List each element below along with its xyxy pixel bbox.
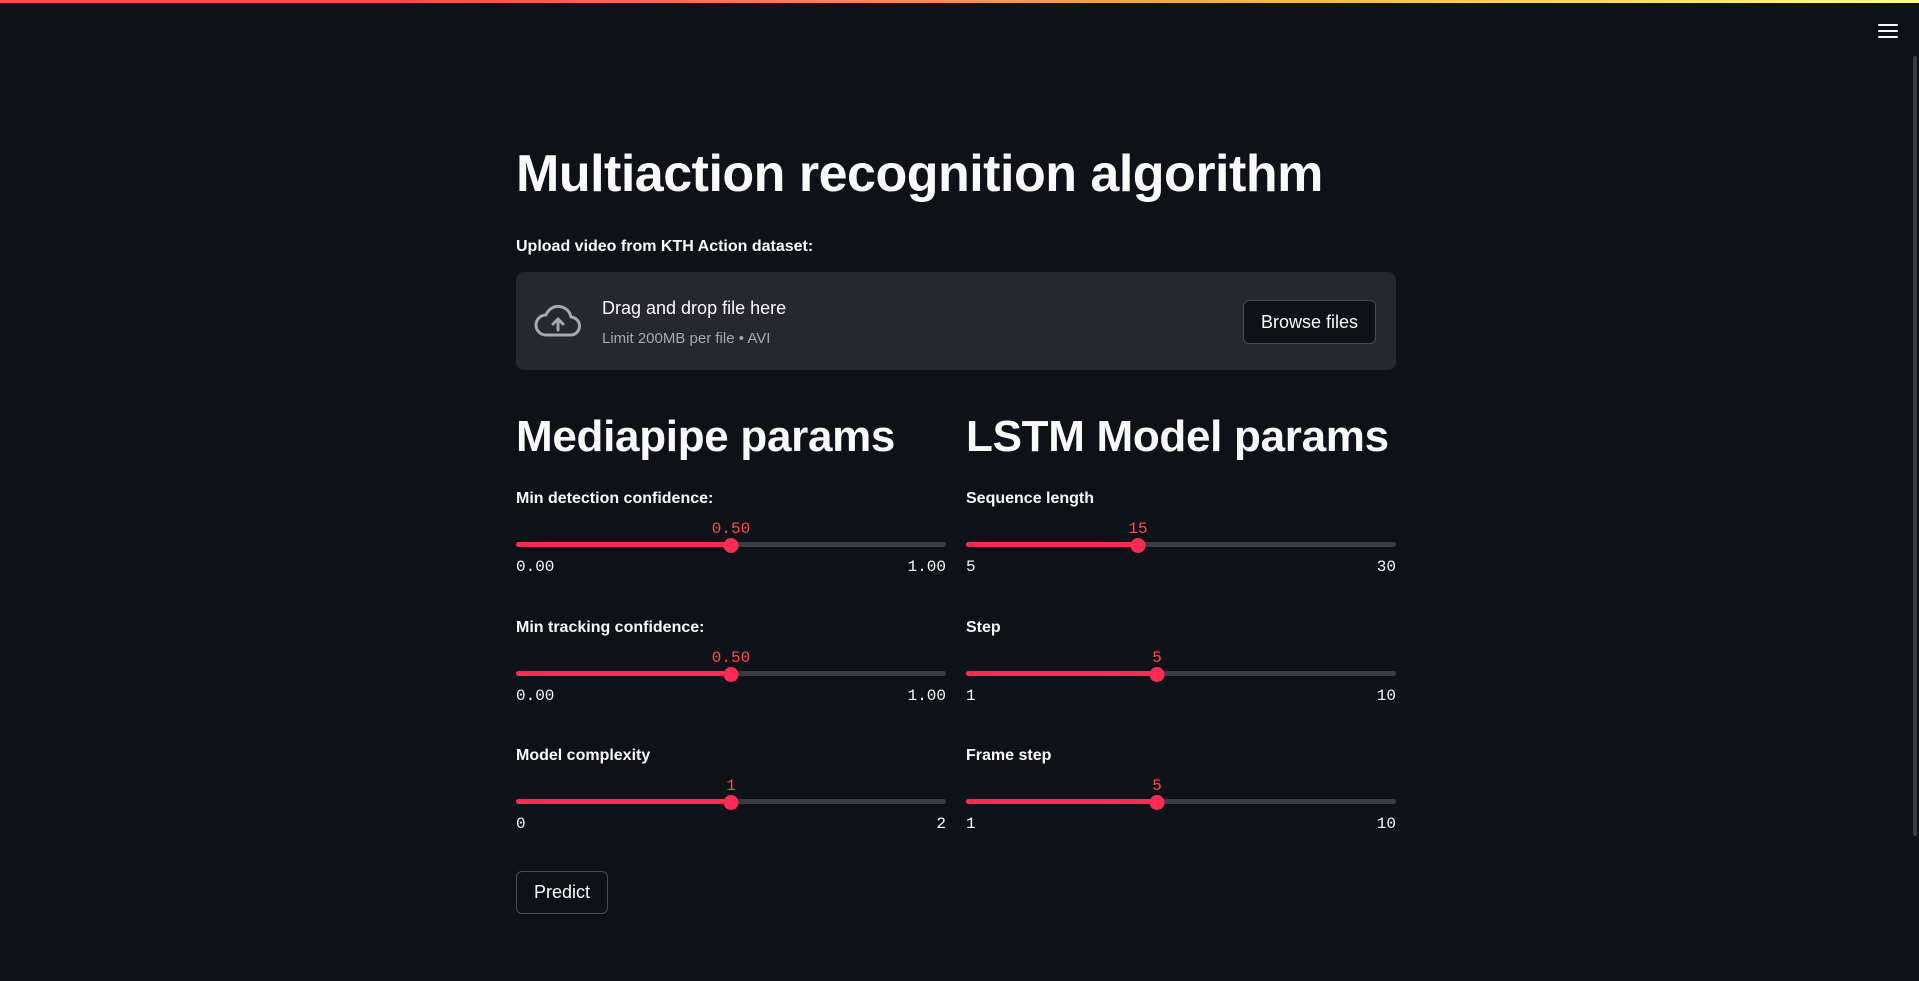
dropzone-subtitle: Limit 200MB per file • AVI <box>602 330 771 347</box>
slider-min: 5 <box>966 558 976 576</box>
mediapipe-params-title: Mediapipe params <box>516 412 896 461</box>
dropzone-title: Drag and drop file here <box>602 298 787 318</box>
predict-button[interactable]: Predict <box>516 871 608 914</box>
slider-thumb[interactable] <box>1149 795 1165 810</box>
slider-label: Min detection confidence: <box>516 490 714 507</box>
browse-files-button[interactable]: Browse files <box>1243 300 1376 344</box>
slider-thumb[interactable] <box>1130 538 1146 553</box>
slider-min: 1 <box>966 815 976 833</box>
slider-value: 0.50 <box>711 520 751 538</box>
slider-frame-step: Frame step 5 1 10 <box>966 747 1396 857</box>
header-decoration-bar <box>0 0 1919 3</box>
slider-value: 5 <box>1152 777 1162 795</box>
slider-value: 5 <box>1152 649 1162 667</box>
slider-min: 1 <box>966 687 976 705</box>
slider-sequence-length: Sequence length 15 5 30 <box>966 490 1396 600</box>
slider-value: 1 <box>726 777 736 795</box>
hamburger-icon-line <box>1878 30 1898 32</box>
scrollbar[interactable] <box>1913 56 1917 836</box>
slider-max: 10 <box>1376 815 1396 833</box>
slider-fill <box>516 671 731 676</box>
slider-min: 0.00 <box>516 687 555 705</box>
slider-label: Frame step <box>966 747 1052 764</box>
slider-label: Min tracking confidence: <box>516 619 705 636</box>
slider-max: 30 <box>1376 558 1396 576</box>
file-dropzone[interactable]: Drag and drop file here Limit 200MB per … <box>516 272 1396 370</box>
slider-track[interactable] <box>966 542 1396 547</box>
slider-fill <box>966 799 1157 804</box>
slider-track[interactable] <box>966 799 1396 804</box>
slider-min-detection-confidence: Min detection confidence: 0.50 0.00 1.00 <box>516 490 946 600</box>
slider-value: 15 <box>1128 520 1148 538</box>
slider-thumb[interactable] <box>1149 667 1165 682</box>
hamburger-icon <box>1878 24 1898 26</box>
slider-max: 1.00 <box>907 687 946 705</box>
slider-model-complexity: Model complexity 1 0 2 <box>516 747 946 857</box>
slider-step: Step 5 1 10 <box>966 619 1396 729</box>
slider-thumb[interactable] <box>723 795 739 810</box>
slider-fill <box>966 542 1138 547</box>
slider-fill <box>516 542 731 547</box>
slider-max: 10 <box>1376 687 1396 705</box>
slider-min: 0.00 <box>516 558 555 576</box>
main-menu-button[interactable] <box>1875 18 1901 44</box>
slider-max: 2 <box>936 815 946 833</box>
cloud-upload-icon <box>534 304 581 337</box>
slider-min: 0 <box>516 815 526 833</box>
slider-fill <box>516 799 731 804</box>
slider-min-tracking-confidence: Min tracking confidence: 0.50 0.00 1.00 <box>516 619 946 729</box>
upload-label: Upload video from KTH Action dataset: <box>516 238 814 255</box>
slider-label: Step <box>966 619 1001 636</box>
slider-thumb[interactable] <box>723 538 739 553</box>
slider-fill <box>966 671 1157 676</box>
slider-label: Model complexity <box>516 747 651 764</box>
slider-label: Sequence length <box>966 490 1095 507</box>
slider-thumb[interactable] <box>723 667 739 682</box>
slider-track[interactable] <box>966 671 1396 676</box>
lstm-params-title: LSTM Model params <box>966 412 1389 461</box>
page-title: Multiaction recognition algorithm <box>516 145 1323 203</box>
hamburger-icon-line <box>1878 36 1898 38</box>
slider-value: 0.50 <box>711 649 751 667</box>
slider-max: 1.00 <box>907 558 946 576</box>
